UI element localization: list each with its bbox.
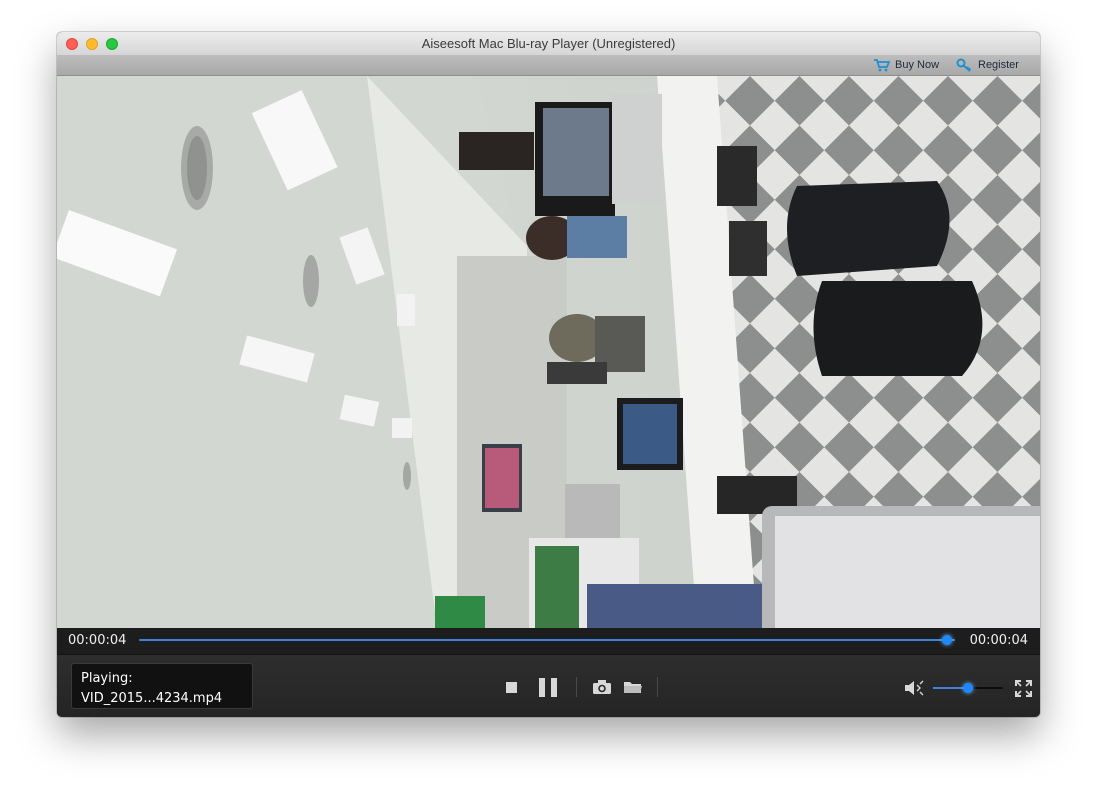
progress-handle[interactable] <box>941 635 952 645</box>
buy-now-button[interactable]: Buy Now <box>873 57 939 73</box>
volume-slider[interactable] <box>933 683 1003 693</box>
now-playing-file: VID_2015...4234.mp4 <box>81 691 223 706</box>
video-frame[interactable] <box>57 76 1040 628</box>
volume-handle[interactable] <box>963 683 973 693</box>
snapshot-button[interactable] <box>592 679 612 700</box>
register-label: Register <box>978 59 1019 71</box>
cart-icon <box>874 59 891 72</box>
fullscreen-icon <box>1015 680 1032 697</box>
open-file-button[interactable] <box>623 679 643 700</box>
speaker-icon <box>905 680 924 696</box>
progress-track[interactable] <box>139 635 955 645</box>
now-playing-box: Playing: VID_2015...4234.mp4 <box>71 663 253 709</box>
top-toolbar: Buy Now Register <box>57 55 1040 76</box>
camera-icon <box>593 680 611 694</box>
duration-time: 00:00:04 <box>969 633 1028 648</box>
player-window: Aiseesoft Mac Blu-ray Player (Unregister… <box>57 32 1040 717</box>
progress-row: 00:00:04 00:00:04 <box>57 628 1040 654</box>
key-icon <box>956 58 972 72</box>
video-still <box>57 76 1040 628</box>
buy-now-label: Buy Now <box>895 59 940 71</box>
divider <box>576 677 577 697</box>
now-playing-label: Playing: <box>81 671 133 686</box>
stop-button[interactable] <box>506 682 517 693</box>
divider <box>657 677 658 697</box>
register-button[interactable]: Register <box>956 57 1019 73</box>
volume-button[interactable] <box>904 680 926 701</box>
elapsed-time: 00:00:04 <box>68 633 127 648</box>
pause-button[interactable] <box>539 678 557 697</box>
pause-icon <box>539 678 545 697</box>
pause-icon-bar <box>551 678 557 697</box>
fullscreen-button[interactable] <box>1015 680 1032 702</box>
control-bar: Playing: VID_2015...4234.mp4 <box>57 654 1040 717</box>
folder-icon <box>624 682 642 693</box>
window-title: Aiseesoft Mac Blu-ray Player (Unregister… <box>421 36 676 51</box>
title-bar: Aiseesoft Mac Blu-ray Player (Unregister… <box>57 32 1040 56</box>
